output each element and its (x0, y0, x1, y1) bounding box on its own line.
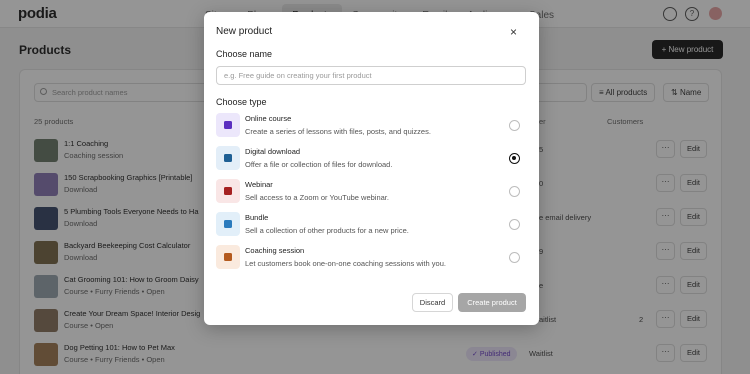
coaching-icon (216, 245, 240, 269)
type-option-bundle[interactable]: Bundle Sell a collection of other produc… (216, 212, 526, 238)
radio-digital-download[interactable] (509, 153, 520, 164)
type-option-coaching-session[interactable]: Coaching session Let customers book one-… (216, 245, 526, 271)
option-title: Digital download (245, 147, 301, 156)
radio-coaching-session[interactable] (509, 252, 520, 263)
discard-button[interactable]: Discard (412, 293, 453, 312)
create-product-button[interactable]: Create product (458, 293, 526, 312)
radio-bundle[interactable] (509, 219, 520, 230)
choose-name-label: Choose name (216, 49, 273, 59)
webinar-icon (216, 179, 240, 203)
bundle-icon (216, 212, 240, 236)
new-product-modal: New product × Choose name Choose type On… (204, 12, 539, 325)
option-title: Bundle (245, 213, 269, 222)
close-icon[interactable]: × (510, 25, 517, 39)
option-description: Let customers book one-on-one coaching s… (245, 259, 446, 268)
type-option-digital-download[interactable]: Digital download Offer a file or collect… (216, 146, 526, 172)
option-description: Offer a file or collection of files for … (245, 160, 393, 169)
option-description: Sell access to a Zoom or YouTube webinar… (245, 193, 389, 202)
product-name-input[interactable] (216, 66, 526, 85)
option-description: Create a series of lessons with files, p… (245, 127, 431, 136)
option-title: Coaching session (245, 246, 305, 255)
type-option-webinar[interactable]: Webinar Sell access to a Zoom or YouTube… (216, 179, 526, 205)
radio-webinar[interactable] (509, 186, 520, 197)
type-option-online-course[interactable]: Online course Create a series of lessons… (216, 113, 526, 139)
radio-online-course[interactable] (509, 120, 520, 131)
option-title: Online course (245, 114, 292, 123)
download-icon (216, 146, 240, 170)
choose-type-label: Choose type (216, 97, 267, 107)
option-description: Sell a collection of other products for … (245, 226, 409, 235)
course-icon (216, 113, 240, 137)
modal-title: New product (216, 26, 273, 37)
option-title: Webinar (245, 180, 273, 189)
